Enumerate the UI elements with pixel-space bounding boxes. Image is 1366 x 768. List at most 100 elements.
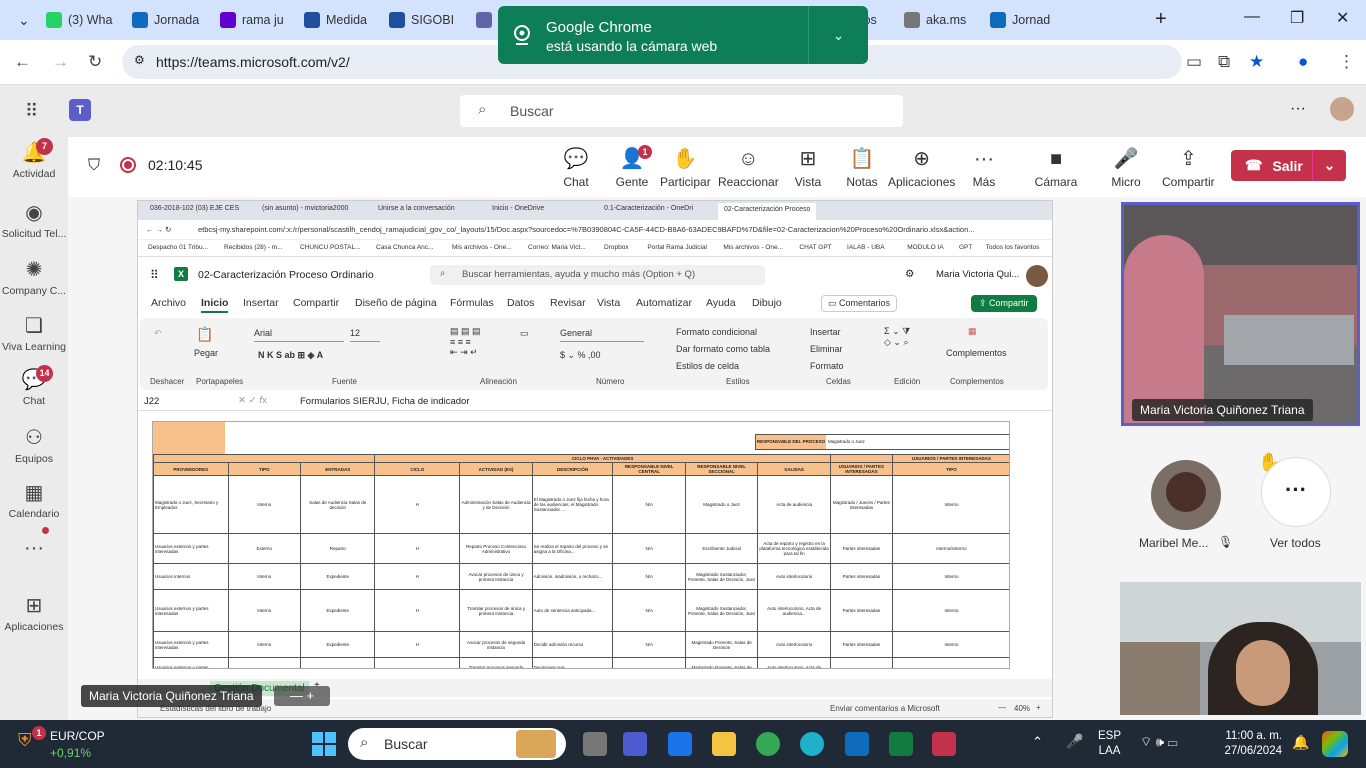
camera-indicator-icon[interactable]: ▭ xyxy=(1186,52,1202,72)
task-view-icon[interactable] xyxy=(583,732,607,756)
edge-icon[interactable] xyxy=(800,732,824,756)
wifi-icon[interactable]: ⌔ 🕪 ▭ xyxy=(1140,734,1178,750)
browser-tab[interactable]: rama ju xyxy=(214,6,296,34)
minimize-button[interactable]: — xyxy=(1244,8,1260,26)
meeting-control-chat[interactable]: 💬 Chat xyxy=(554,147,598,189)
meeting-control-m-s[interactable]: ··· Más xyxy=(962,147,1006,189)
shared-bookmark: Casa Chunca Anc... xyxy=(376,244,434,251)
back-icon[interactable]: ← xyxy=(14,52,31,72)
formula-bar: J22 ✕ ✓ 𝑓x Formularios SIERJU, Ficha de … xyxy=(138,393,1052,411)
meeting-control-reaccionar[interactable]: ☺ Reaccionar xyxy=(718,147,779,189)
table-cell: Auto interlocutorio, Acta de xyxy=(757,657,831,668)
addins-label: Complementos xyxy=(946,348,1007,358)
rail-item-calendario[interactable]: ▦ Calendario xyxy=(0,482,68,520)
ticker-pair[interactable]: EUR/COP xyxy=(50,729,105,743)
mic-tray-icon[interactable]: 🎤 xyxy=(1066,733,1083,750)
file-explorer-icon[interactable] xyxy=(712,732,736,756)
self-video-tile[interactable] xyxy=(1120,582,1361,715)
taskbar-search[interactable]: ⌕ Buscar xyxy=(348,728,566,760)
rail-item-aplicaciones[interactable]: ⊞ Aplicaciones xyxy=(0,595,68,633)
reload-icon[interactable]: ↻ xyxy=(88,52,102,72)
new-tab-button[interactable]: + xyxy=(1155,8,1167,31)
meeting-control-micro[interactable]: 🎤 Micro xyxy=(1104,147,1148,189)
table-cell: Se realiza el reparto del proceso y se a… xyxy=(531,533,614,564)
teams-search-input[interactable]: ⌕ Buscar xyxy=(460,95,903,127)
forward-icon[interactable]: → xyxy=(52,52,69,72)
meeting-control-c-mara[interactable]: ■ Cámara xyxy=(1034,147,1078,189)
network-app-icon[interactable] xyxy=(845,732,869,756)
meeting-control-gente[interactable]: 👤 Gente 1 xyxy=(610,145,654,189)
weather-icon[interactable]: ⛨ xyxy=(18,730,32,751)
browser-tab[interactable]: Medida xyxy=(298,6,381,34)
table-cell: Decidir admisión recurso xyxy=(531,631,614,658)
meeting-control-aplicaciones[interactable]: ⊕ Aplicaciones xyxy=(888,147,955,189)
browser-tab[interactable]: SIGOBI xyxy=(383,6,468,34)
clock[interactable]: 11:00 a. m. 27/06/2024 xyxy=(1222,729,1282,759)
avatar[interactable] xyxy=(1330,97,1354,121)
rail-item-equipos[interactable]: ⚇ Equipos xyxy=(0,427,68,465)
windows-start-icon[interactable] xyxy=(312,732,336,756)
mail-icon[interactable] xyxy=(668,732,692,756)
rail-item-chat[interactable]: 💬 Chat 14 xyxy=(0,365,68,407)
close-window-button[interactable]: ✕ xyxy=(1336,8,1349,28)
meeting-control-vista[interactable]: ⊞ Vista xyxy=(786,147,830,189)
snipping-tool-icon[interactable] xyxy=(932,732,956,756)
table-cell: Interno xyxy=(227,475,301,534)
ticker-badge-count: 1 xyxy=(32,726,46,740)
control-label: Participar xyxy=(660,175,711,189)
see-all-button[interactable]: ··· xyxy=(1261,457,1331,527)
shield-icon[interactable]: ⛉ xyxy=(88,157,100,175)
mic-off-icon: 🎙 xyxy=(1218,535,1234,549)
chevron-up-icon[interactable]: ⌃ xyxy=(1032,734,1043,750)
table-cell: Interno xyxy=(891,631,1009,658)
tab-favicon-icon xyxy=(220,12,236,28)
excel-menu-tab: Revisar xyxy=(550,297,586,309)
restore-button[interactable]: ❐ xyxy=(1290,8,1304,28)
table-cell: Magistrado / Jueces / Partes Interesadas xyxy=(829,475,893,534)
tab-search-button[interactable]: ⌄ xyxy=(0,6,40,34)
browser-tab[interactable]: Jornada xyxy=(126,6,212,34)
teams-taskbar-icon[interactable] xyxy=(623,732,647,756)
participant-video-tile[interactable]: Maria Victoria Quiñonez Triana xyxy=(1121,202,1360,426)
table-cell: Admisión, inadmisión, o rechazo... xyxy=(531,563,614,590)
browser-tab[interactable]: (3) Wha xyxy=(40,6,124,34)
expand-icon[interactable]: — + xyxy=(274,686,330,706)
camera-icon: ■ xyxy=(1049,148,1063,170)
shared-bookmark: CHAT GPT xyxy=(799,244,832,251)
notification-bell-icon[interactable]: 🔔 xyxy=(1292,734,1309,751)
avatar[interactable] xyxy=(1151,460,1221,530)
excel-user-name: Maria Victoria Qui... xyxy=(936,269,1020,280)
copilot-icon[interactable] xyxy=(1322,731,1348,757)
chevron-down-icon[interactable]: ⌄ xyxy=(1312,150,1346,181)
browser-tab[interactable]: Jornad xyxy=(984,6,1070,34)
language-indicator[interactable]: ESP LAA xyxy=(1098,729,1121,759)
bookmark-star-icon[interactable]: ★ xyxy=(1249,52,1264,72)
leave-button[interactable]: ☎ Salir ⌄ xyxy=(1231,150,1346,181)
meeting-control-participar[interactable]: ✋ Participar xyxy=(660,147,711,189)
rail-item-company-c-[interactable]: ✺ Company C... xyxy=(0,259,68,297)
table-cell: Interno xyxy=(227,563,301,590)
rail-item-viva-learning[interactable]: ❏ Viva Learning xyxy=(0,315,68,353)
back-icon: ← → ↻ xyxy=(146,225,172,234)
table-cell: Partes interesadas xyxy=(829,533,893,564)
install-app-icon[interactable]: ⧉ xyxy=(1218,52,1230,72)
excel-taskbar-icon[interactable] xyxy=(889,732,913,756)
chrome-taskbar-icon[interactable] xyxy=(756,732,780,756)
rail-item-actividad[interactable]: 🔔 Actividad 7 xyxy=(0,138,68,180)
more-options-icon[interactable]: ··· xyxy=(1290,100,1306,118)
shared-bookmark: Despacho 01 Tribu... xyxy=(148,244,208,251)
meeting-control-notas[interactable]: 📋 Notas xyxy=(840,147,884,189)
tab-label: aka.ms xyxy=(926,13,967,27)
meeting-control-compartir[interactable]: ⇪ Compartir xyxy=(1162,147,1215,189)
table-cell: Usuarios externos y partes interesadas xyxy=(153,631,229,658)
rail-item-solicitud-tel-[interactable]: ◉ Solicitud Tel... xyxy=(0,202,68,240)
video-background xyxy=(1120,642,1200,715)
rail-item-more[interactable]: ··· xyxy=(0,527,68,563)
site-info-icon[interactable]: ⚙ xyxy=(134,53,145,67)
profile-icon[interactable]: ● xyxy=(1298,52,1308,72)
app-launcher-icon[interactable]: ⠿ xyxy=(25,101,38,122)
chevron-down-icon[interactable]: ⌄ xyxy=(808,6,868,64)
chrome-menu-icon[interactable]: ⋮ xyxy=(1338,52,1355,72)
table-cell: Reparto xyxy=(299,533,376,564)
browser-tab[interactable]: aka.ms xyxy=(898,6,982,34)
